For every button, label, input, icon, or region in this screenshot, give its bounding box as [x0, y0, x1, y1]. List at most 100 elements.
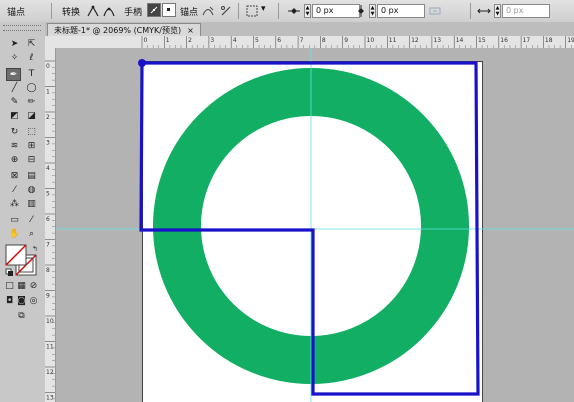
anchor-point[interactable]: [138, 59, 146, 67]
ruler-label: 6: [277, 37, 281, 44]
gradient-icon[interactable]: ▤: [24, 170, 39, 183]
artwork-layer[interactable]: [56, 48, 574, 402]
none-mode-icon[interactable]: ⊘: [28, 280, 39, 293]
ruler-label: 13: [46, 395, 54, 402]
color-mode-icon[interactable]: □: [4, 280, 15, 293]
ruler-label: 6: [46, 216, 50, 223]
anchor-alignment-icon[interactable]: [245, 4, 259, 18]
vertical-ruler[interactable]: 0 1 2 3 4 5 6 7 8 9 10 11 12 13: [45, 48, 56, 402]
width-tool-icon[interactable]: ≋: [7, 140, 22, 153]
eyedropper-icon[interactable]: ⁄: [7, 184, 22, 197]
ruler-label: 3: [210, 37, 214, 44]
type-tool-icon[interactable]: T: [24, 68, 39, 81]
control-bar: 锚点 转换 手柄 锚点 ▾ ▲ ▼ 0 px ▲ ▼ 0 px ▲ ▼ 0 px: [0, 0, 574, 23]
symbol-sprayer-icon[interactable]: ⁂: [7, 198, 22, 211]
ruler-label: 18: [545, 37, 553, 44]
gradient-mode-icon[interactable]: ▦: [16, 280, 27, 293]
ruler-label: 16: [500, 37, 508, 44]
fill-stroke-swatch[interactable]: ↰: [4, 243, 42, 277]
ruler-label: 2: [46, 114, 50, 121]
lasso-icon[interactable]: ℓ: [24, 52, 39, 65]
x-position-icon: [288, 8, 300, 14]
show-handles-button[interactable]: [147, 3, 161, 17]
canvas-area[interactable]: [56, 48, 574, 402]
cut-path-icon[interactable]: [219, 4, 233, 18]
panel-grip[interactable]: [3, 25, 41, 31]
zoom-tool-icon[interactable]: ⌕: [24, 228, 39, 241]
perspective-grid-icon[interactable]: ⊟: [24, 154, 39, 167]
x-stepper[interactable]: ▲ ▼: [304, 4, 311, 18]
ruler-label: 8: [46, 267, 50, 274]
anchor-label: 锚点: [7, 8, 26, 18]
line-tool-icon[interactable]: ╱: [7, 82, 22, 95]
horizontal-ruler-ticks: 0 1 2 3 4 5 6 7 8 9 10 11 12 13 14 15 16 17 18 19: [141, 36, 574, 48]
ruler-label: 10: [367, 37, 375, 44]
ruler-label: 12: [46, 369, 54, 376]
ruler-label: 9: [344, 37, 348, 44]
ruler-label: 4: [46, 165, 50, 172]
close-icon[interactable]: ×: [187, 26, 194, 35]
ruler-label: 1: [46, 89, 50, 96]
pen-tool-icon[interactable]: ✒: [6, 68, 21, 81]
ruler-label: 13: [433, 37, 441, 44]
selection-tool-icon[interactable]: ➤: [7, 38, 22, 51]
width-icon: [477, 8, 491, 14]
ruler-label: 2: [188, 37, 192, 44]
handles-label: 手柄: [124, 8, 143, 18]
slice-tool-icon[interactable]: ⁄: [24, 214, 39, 227]
w-stepper[interactable]: ▲ ▼: [494, 4, 501, 18]
ruler-label: 3: [46, 140, 50, 147]
ruler-label: 7: [46, 242, 50, 249]
remove-anchor-icon[interactable]: [201, 4, 215, 18]
ruler-label: 17: [523, 37, 531, 44]
magic-wand-icon[interactable]: ✧: [7, 52, 22, 65]
chevron-down-icon[interactable]: ▾: [261, 4, 266, 14]
separator: [238, 3, 239, 19]
scale-icon[interactable]: ⬚: [24, 126, 39, 139]
ruler-label: 5: [255, 37, 259, 44]
x-input[interactable]: 0 px: [312, 4, 360, 18]
ruler-label: 4: [233, 37, 237, 44]
pencil-icon[interactable]: ✏: [24, 96, 39, 109]
separator: [51, 3, 52, 19]
convert-smooth-icon[interactable]: [102, 4, 116, 18]
separator: [278, 3, 279, 19]
ruler-label: 19: [567, 37, 574, 44]
free-transform-icon[interactable]: ⊞: [24, 140, 39, 153]
w-input[interactable]: 0 px: [502, 4, 550, 18]
y-input[interactable]: 0 px: [377, 4, 425, 18]
blob-brush-icon[interactable]: ◩: [7, 110, 22, 123]
mesh-icon[interactable]: ⊠: [7, 170, 22, 183]
ruler-label: 15: [478, 37, 486, 44]
hand-tool-icon[interactable]: ✋: [7, 228, 22, 241]
draw-behind-icon[interactable]: ◙: [16, 295, 27, 308]
draw-inside-icon[interactable]: ◎: [28, 295, 39, 308]
shape-builder-icon[interactable]: ⊕: [7, 154, 22, 167]
hide-handles-button[interactable]: [162, 3, 176, 17]
document-tab-title: 未标题-1* @ 2069% (CMYK/预览): [54, 26, 182, 35]
link-proportions-icon[interactable]: [428, 4, 442, 18]
y-stepper[interactable]: ▲ ▼: [369, 4, 376, 18]
rotate-icon[interactable]: ↻: [7, 126, 22, 139]
ruler-label: 7: [300, 37, 304, 44]
convert-label: 转换: [62, 8, 81, 18]
paintbrush-icon[interactable]: ✎: [7, 96, 22, 109]
anchors-label: 锚点: [180, 8, 199, 18]
ruler-label: 5: [46, 191, 50, 198]
artboard-tool-icon[interactable]: ▭: [7, 214, 22, 227]
ellipse-tool-icon[interactable]: ◯: [24, 82, 39, 95]
column-graph-icon[interactable]: ▥: [24, 198, 39, 211]
draw-normal-icon[interactable]: ◘: [4, 295, 15, 308]
ruler-label: 11: [389, 37, 397, 44]
document-tab[interactable]: 未标题-1* @ 2069% (CMYK/预览) ×: [47, 23, 201, 37]
ruler-label: 1: [166, 37, 170, 44]
vertical-ruler-ticks: 012345678910111213: [45, 60, 55, 402]
convert-corner-icon[interactable]: [86, 4, 100, 18]
blend-icon[interactable]: ◍: [24, 184, 39, 197]
y-position-icon: [358, 5, 364, 17]
direct-selection-icon[interactable]: ⇱: [24, 38, 39, 51]
ruler-label: 8: [322, 37, 326, 44]
eraser-icon[interactable]: ◪: [24, 110, 39, 123]
screen-mode-icon[interactable]: ⧉: [14, 310, 29, 323]
tools-panel: ➤ ⇱ ✧ ℓ ✒ T ╱ ◯ ✎ ✏ ◩ ◪ ↻ ⬚ ≋ ⊞ ⊕ ⊟ ⊠ ▤ …: [0, 22, 46, 402]
